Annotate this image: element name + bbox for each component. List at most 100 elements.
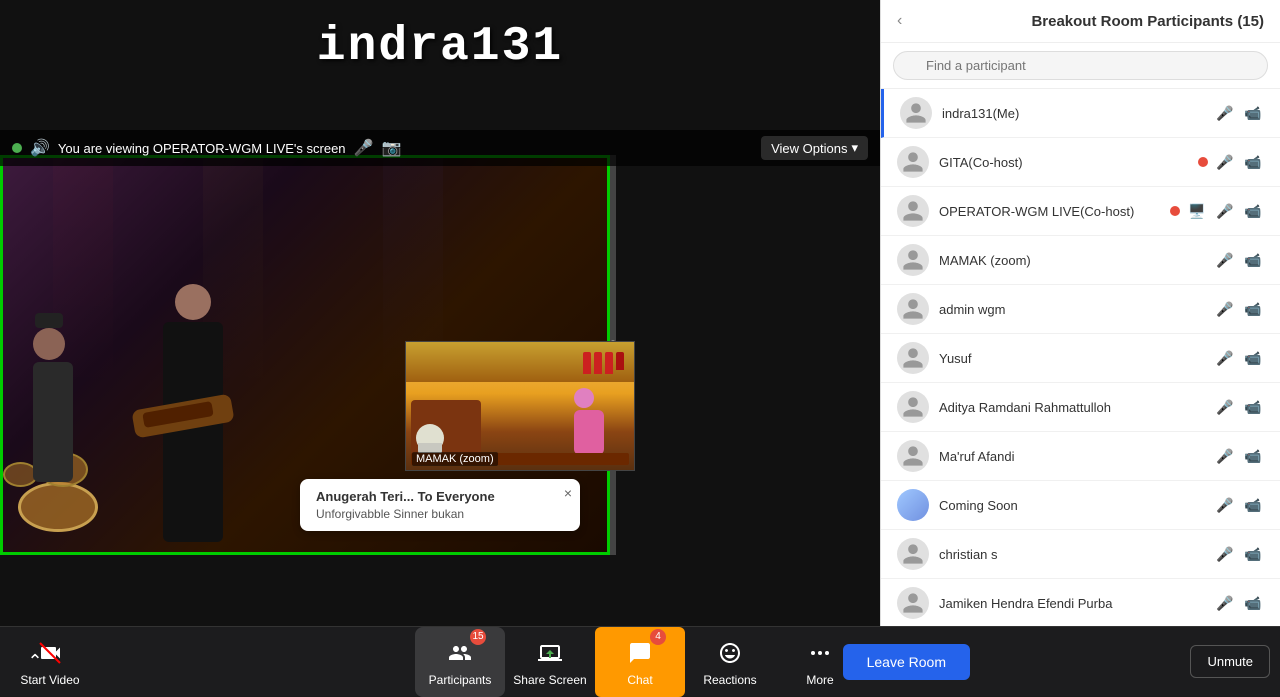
participant-controls: 🎤 📹: [1214, 445, 1264, 467]
participants-button[interactable]: 15 Participants: [415, 627, 505, 697]
avatar: [897, 489, 929, 521]
panel-header: ‹ Breakout Room Participants (15): [881, 0, 1280, 43]
video-off-icon: 📹: [1242, 102, 1264, 124]
share-screen-button[interactable]: Share Screen: [505, 627, 595, 697]
main-content-area: indra131 🔊 You are viewing OPERATOR-WGM …: [0, 0, 1280, 626]
leave-room-button[interactable]: Leave Room: [843, 644, 970, 680]
chat-notification-message: Unforgivabble Sinner bukan: [316, 507, 564, 521]
chat-notification-close[interactable]: ×: [564, 485, 572, 501]
participant-controls: 🎤 📹: [1214, 102, 1264, 124]
participant-controls: 🎤 📹: [1214, 298, 1264, 320]
participant-controls: 🎤 📹: [1214, 347, 1264, 369]
table-row: Coming Soon 🎤 📹: [881, 481, 1280, 530]
right-panel: ‹ Breakout Room Participants (15) 🔍 indr…: [880, 0, 1280, 626]
chat-notification: × Anugerah Teri... To Everyone Unforgiva…: [300, 479, 580, 531]
avatar: [897, 293, 929, 325]
avatar: [900, 97, 932, 129]
table-row: indra131(Me) 🎤 📹: [881, 89, 1280, 138]
reactions-button[interactable]: Reactions: [685, 627, 775, 697]
video-off-icon: 📹: [1242, 200, 1264, 222]
participant-controls: 🎤 📹: [1214, 543, 1264, 565]
mic-muted-icon: 🎤: [1214, 347, 1236, 369]
participant-controls: 🎤 📹: [1214, 592, 1264, 614]
participant-name: christian s: [939, 547, 1204, 562]
mic-muted-icon: 🎤: [1214, 396, 1236, 418]
monitor-icon: 🖥️: [1186, 200, 1208, 222]
participant-search-input[interactable]: [893, 51, 1268, 80]
start-video-button[interactable]: Start Video: [10, 627, 90, 697]
participants-list: indra131(Me) 🎤 📹 GITA(Co-host) 🎤 📹: [881, 89, 1280, 626]
avatar: [897, 538, 929, 570]
avatar: [897, 146, 929, 178]
more-label: More: [806, 673, 833, 687]
table-row: christian s 🎤 📹: [881, 530, 1280, 579]
speaker-icon: 🔊: [30, 138, 50, 158]
mic-muted-icon: 🎤: [1214, 200, 1236, 222]
video-off-icon: 📹: [1242, 347, 1264, 369]
unmute-button[interactable]: Unmute: [1190, 645, 1270, 678]
table-row: MAMAK (zoom) 🎤 📹: [881, 236, 1280, 285]
mic-icon-banner: 🎤: [354, 138, 374, 158]
video-on-icon: 📹: [1242, 249, 1264, 271]
chat-label: Chat: [627, 673, 652, 687]
chat-notification-sender: Anugerah Teri... To Everyone: [316, 489, 564, 504]
mic-muted-icon: 🎤: [1214, 445, 1236, 467]
view-options-button[interactable]: View Options ▾: [761, 136, 868, 160]
screen-share-text: You are viewing OPERATOR-WGM LIVE's scre…: [58, 141, 346, 156]
mic-on-icon: 🎤: [1214, 151, 1236, 173]
video-off-icon: 📹: [1242, 445, 1264, 467]
reactions-icon: [714, 637, 746, 669]
video-off-icon: 📹: [1242, 396, 1264, 418]
participants-label: Participants: [429, 673, 492, 687]
participant-name: Jamiken Hendra Efendi Purba: [939, 596, 1204, 611]
search-bar-container: 🔍: [881, 43, 1280, 89]
table-row: admin wgm 🎤 📹: [881, 285, 1280, 334]
participant-name: indra131(Me): [942, 106, 1204, 121]
participant-name: admin wgm: [939, 302, 1204, 317]
mic-muted-icon: 🎤: [1214, 592, 1236, 614]
mamak-game-display: [406, 342, 634, 470]
table-row: Aditya Ramdani Rahmattulloh 🎤 📹: [881, 383, 1280, 432]
participants-icon: 15: [444, 637, 476, 669]
share-screen-label: Share Screen: [513, 673, 586, 687]
start-video-label: Start Video: [20, 673, 79, 687]
video-off-icon: 📹: [1242, 543, 1264, 565]
participant-controls: 🎤 📹: [1214, 494, 1264, 516]
screen-share-banner: 🔊 You are viewing OPERATOR-WGM LIVE's sc…: [0, 130, 880, 166]
presenter-title: indra131: [317, 20, 563, 74]
toolbar-left: ⌃ Start Video: [10, 627, 90, 697]
chat-badge: 4: [650, 629, 666, 645]
video-off-icon: 📹: [1242, 298, 1264, 320]
participants-badge: 15: [470, 629, 486, 645]
video-on-icon: 📹: [1242, 151, 1264, 173]
video-off-icon: 📹: [1242, 494, 1264, 516]
mic-on-icon: 🎤: [1214, 249, 1236, 271]
reactions-label: Reactions: [703, 673, 756, 687]
participant-name: Aditya Ramdani Rahmattulloh: [939, 400, 1204, 415]
avatar: [897, 244, 929, 276]
participant-controls: 🖥️ 🎤 📹: [1170, 200, 1264, 222]
participant-controls: 🎤 📹: [1214, 249, 1264, 271]
participant-name: Yusuf: [939, 351, 1204, 366]
screen-share-indicator: [12, 143, 22, 153]
avatar: [897, 440, 929, 472]
chevron-down-icon: ▾: [851, 140, 858, 156]
participant-name: OPERATOR-WGM LIVE(Co-host): [939, 204, 1160, 219]
view-options-label: View Options: [771, 141, 847, 156]
participant-controls: 🎤 📹: [1214, 396, 1264, 418]
avatar: [897, 587, 929, 619]
camera-icon-banner: 📷: [381, 138, 401, 158]
mic-muted-icon: 🎤: [1214, 298, 1236, 320]
table-row: GITA(Co-host) 🎤 📹: [881, 138, 1280, 187]
panel-collapse-icon[interactable]: ‹: [897, 12, 902, 30]
mamak-thumbnail: MAMAK (zoom): [405, 341, 635, 471]
camera-off-icon: [34, 637, 66, 669]
participant-controls: 🎤 📹: [1198, 151, 1264, 173]
mic-muted-icon: 🎤: [1214, 494, 1236, 516]
chat-button[interactable]: 4 Chat: [595, 627, 685, 697]
table-row: OPERATOR-WGM LIVE(Co-host) 🖥️ 🎤 📹: [881, 187, 1280, 236]
video-off-icon: 📹: [1242, 592, 1264, 614]
mic-muted-icon: 🎤: [1214, 543, 1236, 565]
participant-name: MAMAK (zoom): [939, 253, 1204, 268]
share-screen-icon: [534, 637, 566, 669]
